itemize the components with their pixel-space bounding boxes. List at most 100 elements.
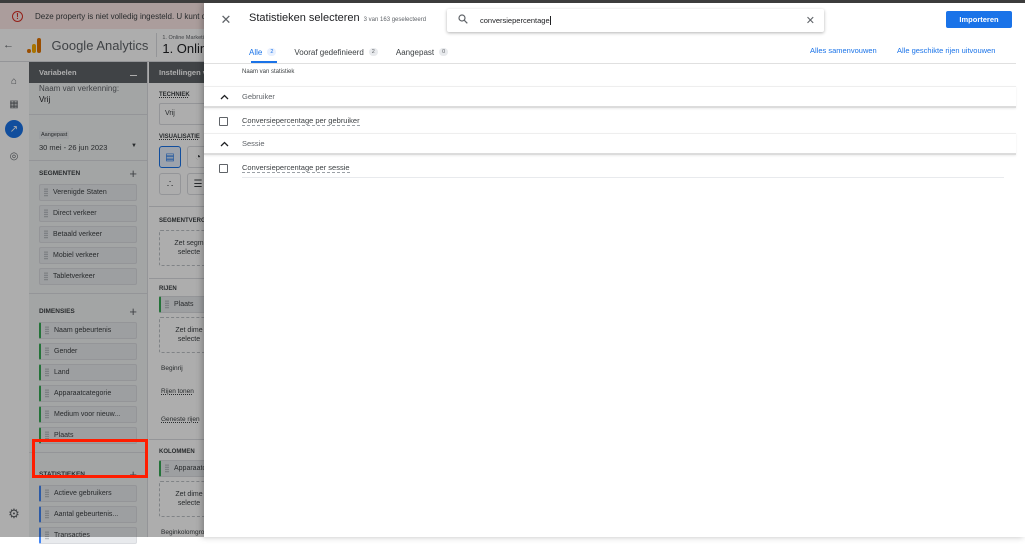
app-name: Google Analytics bbox=[51, 37, 149, 53]
variable-chip[interactable]: Tabletverkeer bbox=[39, 268, 137, 285]
metric-checkbox[interactable] bbox=[219, 116, 228, 126]
drag-handle-icon[interactable] bbox=[44, 251, 48, 260]
variable-chip[interactable]: Mobiel verkeer bbox=[39, 247, 137, 264]
highlight-annotation bbox=[32, 439, 148, 478]
technique-title: TECHNIEK bbox=[159, 92, 190, 98]
divider bbox=[242, 177, 1004, 178]
back-arrow-icon[interactable]: ← bbox=[3, 39, 21, 51]
segments-list: Verenigde Staten Direct verkeer Betaald ve… bbox=[29, 184, 147, 285]
search-value[interactable]: conversiepercentage bbox=[480, 16, 806, 26]
add-segment-icon[interactable]: + bbox=[129, 166, 137, 181]
drag-handle-icon[interactable] bbox=[45, 347, 49, 356]
chevron-up-icon[interactable] bbox=[204, 139, 242, 149]
collapse-all-link[interactable]: Alles samenvouwen bbox=[810, 46, 877, 55]
category-tabs: Alle 2 Vooraf gedefinieerd 2 Aangepast 0 bbox=[249, 41, 466, 63]
header-divider bbox=[156, 33, 158, 57]
metric-row[interactable]: Conversiepercentage per gebruiker bbox=[204, 110, 1004, 132]
advertising-icon[interactable]: ◎ bbox=[5, 147, 23, 165]
drag-handle-icon[interactable] bbox=[44, 209, 48, 218]
drag-handle-icon[interactable] bbox=[44, 272, 48, 281]
dialog-title-text: Statistieken selecteren bbox=[249, 12, 360, 24]
variable-chip-label: Naam gebeurtenis bbox=[54, 327, 112, 334]
variable-chip[interactable]: Actieve gebruikers bbox=[39, 485, 137, 502]
import-button[interactable]: Importeren bbox=[946, 11, 1012, 28]
group-label: Sessie bbox=[242, 139, 265, 148]
show-rows-label[interactable]: Rijen tonen bbox=[149, 388, 209, 395]
metric-label[interactable]: Conversiepercentage per gebruiker bbox=[242, 116, 360, 126]
search-input[interactable]: conversiepercentage ✕ bbox=[447, 9, 824, 32]
variable-chip[interactable]: Aantal gebeurtenis... bbox=[39, 506, 137, 523]
date-range: 30 mei - 26 jun 2023 bbox=[39, 143, 108, 152]
exploration-name-label: Naam van verkenning: bbox=[39, 84, 120, 93]
variable-chip[interactable]: Naam gebeurtenis bbox=[39, 322, 137, 339]
rows-title: RIJEN bbox=[159, 286, 177, 292]
scatter-visualization-icon[interactable]: ∴ bbox=[159, 173, 181, 195]
add-dimension-icon[interactable]: + bbox=[129, 304, 137, 319]
variable-chip[interactable]: Direct verkeer bbox=[39, 205, 137, 222]
variable-chip[interactable]: Medium voor nieuw... bbox=[39, 406, 137, 423]
technique-select[interactable]: Vrij bbox=[159, 103, 209, 125]
drag-handle-icon[interactable] bbox=[45, 326, 49, 335]
group-label: Gebruiker bbox=[242, 92, 275, 101]
drag-handle-icon[interactable] bbox=[165, 464, 169, 473]
gear-icon[interactable]: ⚙ bbox=[5, 505, 23, 523]
variable-chip-label: Direct verkeer bbox=[53, 210, 97, 217]
group-row-sessie[interactable]: Sessie bbox=[204, 133, 1016, 155]
left-navigation: ⌂ ▦ ↗ ◎ ⚙ bbox=[0, 62, 28, 537]
google-analytics-logo-icon bbox=[27, 37, 41, 53]
metric-checkbox[interactable] bbox=[219, 163, 228, 173]
nested-rows-label[interactable]: Geneste rijen bbox=[149, 416, 209, 423]
tab-count-badge: 0 bbox=[439, 48, 449, 56]
segment-drop-zone[interactable]: Zet segm selecte bbox=[159, 230, 209, 266]
variable-chip[interactable]: Apparaatcategorie bbox=[39, 385, 137, 402]
dropdown-arrow-icon: ▼ bbox=[131, 143, 137, 149]
divider bbox=[204, 63, 1016, 64]
reports-icon[interactable]: ▦ bbox=[5, 95, 23, 113]
rows-chip[interactable]: Plaats bbox=[159, 296, 209, 313]
variable-chip[interactable]: Transacties bbox=[39, 527, 137, 544]
drag-handle-icon[interactable] bbox=[45, 389, 49, 398]
tab-label: Alle bbox=[249, 47, 263, 57]
expand-all-link[interactable]: Alle geschikte rijen uitvouwen bbox=[897, 46, 995, 55]
explore-icon[interactable]: ↗ bbox=[5, 120, 23, 138]
date-badge: Aangepast bbox=[39, 131, 70, 139]
columns-drop-zone[interactable]: Zet dime selecte bbox=[159, 481, 209, 517]
metric-row[interactable]: Conversiepercentage per sessie bbox=[204, 157, 1004, 179]
variable-chip[interactable]: Betaald verkeer bbox=[39, 226, 137, 243]
drag-handle-icon[interactable] bbox=[45, 368, 49, 377]
group-row-gebruiker[interactable]: Gebruiker bbox=[204, 86, 1016, 108]
variable-chip[interactable]: Verenigde Staten bbox=[39, 184, 137, 201]
drag-handle-icon[interactable] bbox=[45, 489, 49, 498]
metric-label[interactable]: Conversiepercentage per sessie bbox=[242, 163, 350, 173]
tab-predefined[interactable]: Vooraf gedefinieerd 2 bbox=[294, 41, 378, 63]
variable-chip-label: Medium voor nieuw... bbox=[54, 411, 121, 418]
home-icon[interactable]: ⌂ bbox=[5, 72, 23, 90]
drag-handle-icon[interactable] bbox=[165, 300, 169, 309]
minimize-icon[interactable] bbox=[130, 74, 137, 77]
columns-chip-label: Apparaatc bbox=[174, 465, 206, 472]
clear-search-icon[interactable]: ✕ bbox=[806, 14, 815, 27]
divider bbox=[29, 160, 147, 161]
columns-chip[interactable]: Apparaatc bbox=[159, 460, 209, 477]
segments-title: SEGMENTEN bbox=[39, 169, 81, 177]
drag-handle-icon[interactable] bbox=[45, 531, 49, 540]
tab-label: Vooraf gedefinieerd bbox=[294, 47, 364, 57]
chevron-up-icon[interactable] bbox=[204, 92, 242, 102]
drag-handle-icon[interactable] bbox=[45, 410, 49, 419]
tab-all[interactable]: Alle 2 bbox=[249, 41, 278, 63]
close-icon[interactable]: ✕ bbox=[218, 12, 234, 28]
exploration-name-value[interactable]: Vrij bbox=[29, 95, 147, 104]
tab-custom[interactable]: Aangepast 0 bbox=[396, 41, 449, 63]
begin-row-label: Beginrij bbox=[161, 365, 183, 372]
variable-chip[interactable]: Gender bbox=[39, 343, 137, 360]
drag-handle-icon[interactable] bbox=[45, 510, 49, 519]
table-visualization-icon[interactable]: ▤ bbox=[159, 146, 181, 168]
drag-handle-icon[interactable] bbox=[44, 188, 48, 197]
rows-drop-zone[interactable]: Zet dime selecte bbox=[159, 317, 209, 353]
variable-chip[interactable]: Land bbox=[39, 364, 137, 381]
variable-chip-label: Mobiel verkeer bbox=[53, 252, 99, 259]
date-range-selector[interactable]: Aangepast 30 mei - 26 jun 2023 ▼ bbox=[29, 115, 147, 152]
drag-handle-icon[interactable] bbox=[44, 230, 48, 239]
segment-compare-title: SEGMENTVERG bbox=[159, 218, 206, 224]
drop-zone-text: Zet dime bbox=[175, 327, 203, 334]
